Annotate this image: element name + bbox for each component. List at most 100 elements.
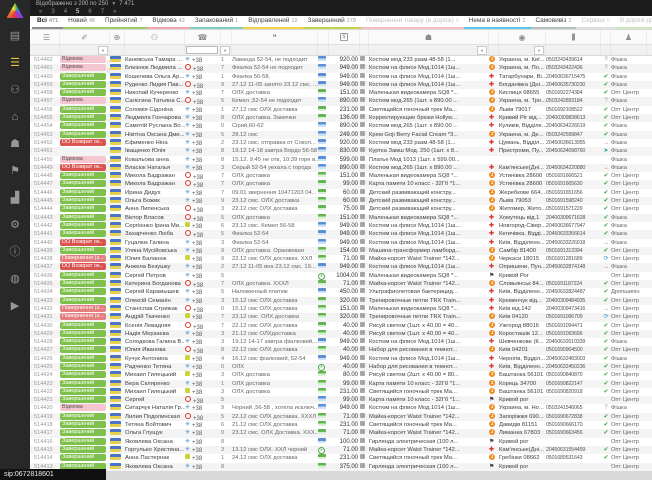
payment-tr-icon [318,463,326,468]
order-id: 514429 [34,330,60,338]
table-row[interactable]: 514439ЗавершенийУляна Мусійовська✳+389ОЛ… [30,247,652,255]
sidebar-item-info-icon[interactable]: ⓘ [0,239,30,266]
filter-dropdown-icon[interactable]: ▾ [477,46,487,55]
filter-dropdown-icon[interactable]: ▾ [534,46,544,55]
table-row[interactable]: 514441ЗавершенийЗахарченко Люба+385Фиалк… [30,230,652,238]
tab-Новий[interactable]: Новий48 [63,16,100,29]
table-row[interactable]: 514427ЗавершенийЮлия Иванова+38822.12 см… [30,346,652,354]
table-row[interactable]: 514448ЗавершенийМикола Бадражан+387ОЛХ д… [30,172,652,180]
phone-filter-input[interactable] [186,46,218,54]
table-row[interactable]: 514458ЗавершенийНиколай Кучеренко✳+387ОЛ… [30,89,652,97]
table-row[interactable]: 514419ЗавершенийЛилия Подолинская+38522.… [30,413,652,421]
sidebar-item-products-icon[interactable]: ☗ [0,131,30,158]
sidebar-item-video-icon[interactable]: ▶ [0,293,30,320]
table-row[interactable]: 514449DO Возврат ок..Власюк Наталья✳+383… [30,164,652,172]
page-number[interactable]: 5 [73,9,82,16]
table-row[interactable]: 514456ЗавершенийСоломія Сідоніна✳+38127.… [30,106,652,114]
table-row[interactable]: 514434ЗавершенийСергей Карамышев✳+385Нал… [30,288,652,296]
filter-dropdown-icon[interactable]: ▾ [220,46,230,55]
sidebar-item-marketing-icon[interactable]: ⚑ [0,158,30,185]
table-row[interactable]: 514453ЗавершенийНікітіна Оксана Дми...✳+… [30,131,652,139]
tab-Запакований[interactable]: Запакований1 [190,16,243,29]
tab-Нема в наявності[interactable]: Нема в наявності1 [464,16,531,29]
table-row[interactable]: 514417ЗавершенийОльга Глущук✳+38023.12 с… [30,429,652,437]
tab-Сервіси[interactable]: Сервіси0 [576,16,614,29]
table-row[interactable]: 514455ЗавершенийЛюдмила Гончарова✳+388ОЛ… [30,114,652,122]
product-icon-cell [360,371,369,379]
table-row[interactable]: 514431Повернення (з...Андрій Ткаченко+38… [30,313,652,321]
table-row[interactable]: 514436ЗавершенийСергей Петров✳+385₴1004.… [30,272,652,280]
tab-В дорозі додому[interactable]: В дорозі додому0 [615,16,652,29]
table-row[interactable]: 514416ЗавершенийЯковлева Оксана✳+388100.… [30,438,652,446]
table-row[interactable]: 514428ЗавершенийСолодкова Галина В...✳+3… [30,338,652,346]
sidebar-item-dashboard-icon[interactable]: ▤ [0,23,30,50]
app-logo-icon[interactable] [7,3,24,18]
table-row[interactable]: 514426ЗавершенийКучук Антонина+38416.12 … [30,355,652,363]
table-row[interactable]: 514440DO Возврат ок..Гуцалюк Галина✳+383… [30,239,652,247]
table-row[interactable]: 514460ЗавершенийКошелева Ольга Ар...✳+38… [30,73,652,81]
table-row[interactable]: 514437DO Возврат ок..Анжела Безушку✳+382… [30,263,652,271]
sidebar-item-statistics-icon[interactable]: ▟ [0,185,30,212]
table-row[interactable]: 514418ЗавершенийТетяна Войтович✳+38621.1… [30,421,652,429]
table-row[interactable]: 514421ЗавершенийСергей+38599.00Карта пам… [30,396,652,404]
sidebar-item-orders-icon[interactable]: ☰ [0,50,30,77]
tab-Завершений[interactable]: Завершений278 [303,16,361,29]
country-cell [110,463,125,471]
tab-Всі[interactable]: Всі471 [32,16,63,29]
page-number[interactable]: 7 [98,9,107,16]
table-row[interactable]: 514446ЗавершенийИрина Дидух✳+38709.01 зв… [30,189,652,197]
table-row[interactable]: 514452DO Возврат ок..Єфименко Ніна✳+3822… [30,139,652,147]
table-row[interactable]: 514432Повернення (з...Станіслав Стрижак+… [30,305,652,313]
order-id: 514435 [34,280,60,288]
table-row[interactable]: 514425ЗавершенийРадченко Тетяна✳+380ОЛХ₴… [30,363,652,371]
table-row[interactable]: 514415ЗавершенийГоргулько Христина...✳+3… [30,446,652,454]
payment-tr-icon [318,429,326,434]
tab-Повернення товару (в дорозі)[interactable]: Повернення товару (в дорозі)0 [361,16,464,29]
sidebar-item-integrations-icon[interactable]: ◍ [0,266,30,293]
table-row[interactable]: 514438Повернення (з...Юлия Баланюк+38922… [30,255,652,263]
table-row[interactable]: 514433ЗавершенийОлексій Семанін✳+38315.1… [30,297,652,305]
client-name: Людмила Гончарова [125,114,185,122]
table-row[interactable]: 514450Відмова◷Ковальова анна✳+38815.12. … [30,156,652,164]
table-row[interactable]: 514457ВідмоваСалєгина Татьяна С...+385Ке… [30,97,652,105]
table-row[interactable]: 514445ЗавершенийОльга Божик✳+38923.12 см… [30,197,652,205]
table-row[interactable]: 514413ЗавершенийЯковлева Оксана✳+388375.… [30,463,652,471]
table-row[interactable]: 514459ЗавершенийРуденко Лидия Пав...+389… [30,81,652,89]
payment-card-icon [318,131,326,136]
sidebar-item-office-icon[interactable]: ⌂ [0,104,30,131]
status-badge: Завершений [60,131,106,138]
table-row[interactable]: 514424ЗавершенийМихаил Гилецький+383ОЛХ … [30,371,652,379]
table-row[interactable]: 514429ЗавершенийНадія Мерзаєва✳+38321.12… [30,330,652,338]
table-row[interactable]: 514430ЗавершенийКсенія Левадняя+38722.12… [30,322,652,330]
country-cell [110,388,125,396]
table-row[interactable]: 514443ЗавершенийВіктор Власов+385ОЛХ дос… [30,214,652,222]
table-row[interactable]: 514414ЗавершенийАнна Пастернак+38124.12 … [30,454,652,462]
table-row[interactable]: 514422ЗавершенийМихаил Гилецький+383ОЛХ … [30,388,652,396]
table-row[interactable]: 514462Відмова◷Каневська Тамара ...✳+381Л… [30,56,652,64]
table-row[interactable]: 514423ЗавершенийВера Скляренко✳+381ОЛХ д… [30,380,652,388]
table-row[interactable]: 514435ЗавершенийКатерина Богданова+387ОЛ… [30,280,652,288]
tab-Відмова[interactable]: Відмова42 [147,16,189,29]
tab-Самовивіз[interactable]: Самовивіз2 [531,16,577,29]
table-row[interactable]: 514420ВідмоваСитарчук Наталія Гр...✳+389… [30,404,652,412]
table-row[interactable]: 514454ЗавершенийСамотій Руслана Во...✳+3… [30,122,652,130]
tab-Прийнятий[interactable]: Прийнятий7 [100,16,147,29]
status-cell: Завершений [60,355,110,363]
table-row[interactable]: 514461Відмова◷Близнюк Людмила ...+387Фиа… [30,64,652,72]
page-number[interactable]: 3 [48,9,57,16]
filter-dropdown-icon[interactable]: ▾ [98,46,108,55]
sip-bar[interactable]: sip:0672818601 [0,469,106,480]
filter-icon[interactable]: ▼ [111,1,116,8]
table-row[interactable]: 514451Іващенко Юлія✳+38819.12 14-18 завт… [30,147,652,155]
last-page-icon[interactable]: » [110,9,119,16]
first-page-icon[interactable]: « [36,9,45,16]
page-number[interactable]: 6 [85,9,94,16]
page-number[interactable]: 4 [61,9,70,16]
manager: Фішка [611,122,647,130]
sidebar-item-settings-icon[interactable]: ⚙ [0,212,30,239]
table-row[interactable]: 514447ЗавершенийМикола Бадражан+387ОЛХ д… [30,180,652,188]
table-row[interactable]: 514442ЗавершенийСергіюнко Ірина Ми...+38… [30,222,652,230]
table-row[interactable]: 514444ЗавершенийАнна Липенська+38322.12 … [30,205,652,213]
sidebar-item-clients-icon[interactable]: ⚇ [0,77,30,104]
tab-Відправлений[interactable]: Відправлений12 [243,16,302,29]
